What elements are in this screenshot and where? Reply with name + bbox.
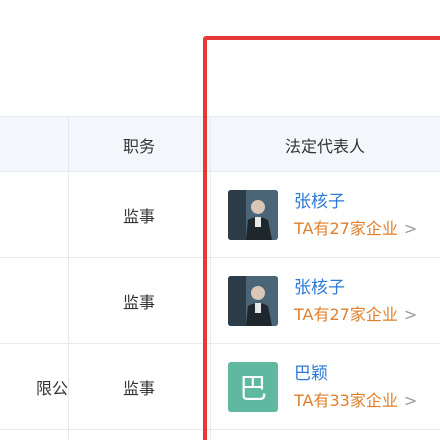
legal-rep-text: 张核子 TA有27家企业 > (294, 191, 417, 239)
company-count-link[interactable]: TA有27家企业 > (294, 305, 417, 325)
table-row: 限公 监事 巴 巴颖 TA有33家企业 > (0, 344, 440, 430)
company-count-text: TA有27家企业 (294, 304, 398, 324)
header-company (0, 117, 68, 173)
legal-rep-name-link[interactable]: 张核子 (294, 277, 417, 299)
company-count-link[interactable]: TA有27家企业 > (294, 219, 417, 239)
chevron-right-icon: > (403, 218, 418, 238)
column-divider (210, 116, 211, 440)
table-row: 监事 张核子 TA有27家企业 > (0, 172, 440, 258)
header-duty: 职务 (122, 137, 155, 156)
company-count-text: TA有27家企业 (294, 218, 398, 238)
table-row: 监事 张核子 TA有27家企业 > (0, 258, 440, 344)
table-header-row: 职务 法定代表人 (0, 116, 440, 172)
legal-rep-name-link[interactable]: 巴颖 (294, 363, 417, 385)
company-cell: 限公 (35, 378, 68, 398)
legal-rep-text: 巴颖 TA有33家企业 > (294, 363, 417, 411)
duty-cell: 监事 (122, 292, 155, 312)
top-blank-area (0, 0, 440, 116)
company-count-text: TA有33家企业 (294, 390, 398, 410)
letter-avatar[interactable]: 巴 (228, 361, 278, 412)
person-photo-icon (228, 275, 278, 326)
shareholder-table: 职务 法定代表人 监事 张核子 TA有27家企业 > 监事 张核子 TA有27家… (0, 116, 440, 440)
header-legal-representative: 法定代表人 (284, 137, 365, 156)
legal-rep-text: 张核子 TA有27家企业 > (294, 277, 417, 325)
page: 职务 法定代表人 监事 张核子 TA有27家企业 > 监事 张核子 TA有27家… (0, 0, 440, 440)
duty-cell: 监事 (122, 206, 155, 226)
company-cell (0, 172, 68, 257)
legal-rep-cell[interactable]: 张核子 TA有27家企业 > (210, 172, 440, 257)
chevron-right-icon: > (403, 304, 418, 324)
legal-rep-name-link[interactable]: 张核子 (294, 191, 417, 213)
chevron-right-icon: > (403, 390, 418, 410)
legal-rep-cell[interactable]: 张核子 TA有27家企业 > (210, 258, 440, 343)
company-count-link[interactable]: TA有33家企业 > (294, 391, 417, 411)
column-divider (68, 116, 69, 440)
legal-rep-cell[interactable]: 巴 巴颖 TA有33家企业 > (210, 344, 440, 429)
person-avatar[interactable] (228, 189, 278, 240)
company-cell (0, 258, 68, 343)
duty-cell: 监事 (122, 378, 155, 398)
person-avatar[interactable] (228, 275, 278, 326)
person-photo-icon (228, 189, 278, 240)
